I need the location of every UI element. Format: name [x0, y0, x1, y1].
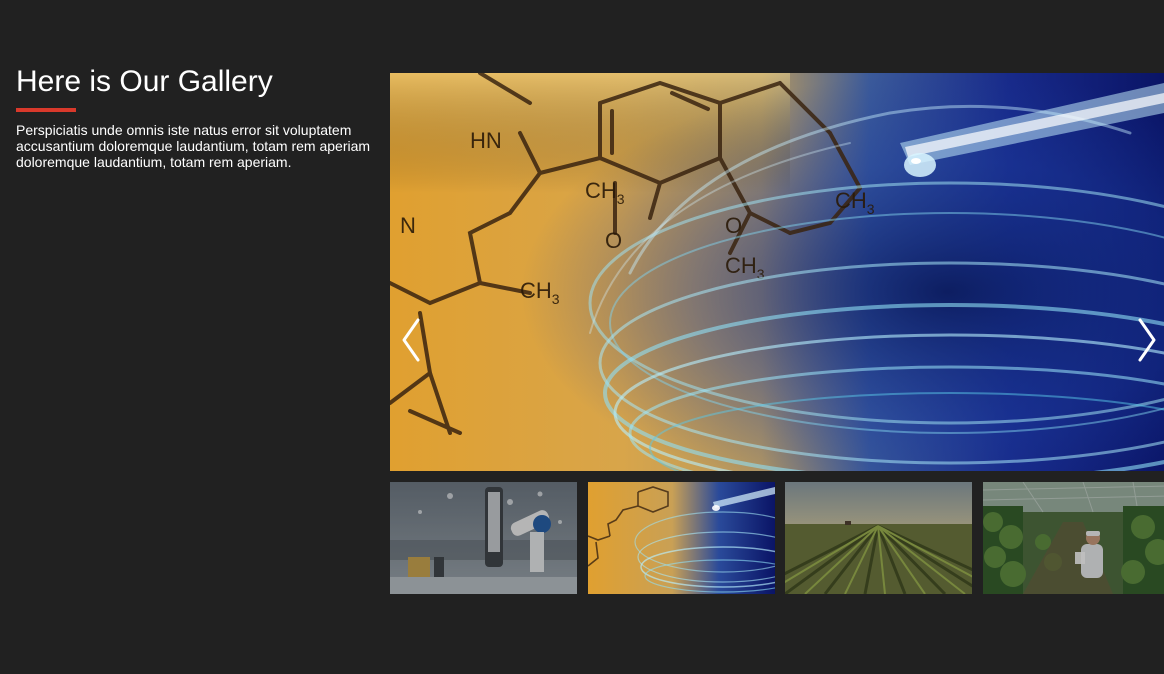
thumbnail-overlay: [588, 482, 775, 594]
previous-button[interactable]: [394, 316, 428, 364]
chemistry-petri-dish-image: CH3 CH3 CH3 CH3 O O N HN: [390, 73, 1164, 471]
gallery-title: Here is Our Gallery: [16, 65, 273, 98]
thumbnail-chemistry[interactable]: [588, 482, 775, 594]
chevron-left-icon: [402, 318, 420, 362]
thumbnail-overlay: [785, 482, 972, 594]
title-underline: [16, 108, 76, 112]
gallery-main-image: CH3 CH3 CH3 CH3 O O N HN: [390, 73, 1164, 471]
thumbnail-robot-lab[interactable]: [390, 482, 577, 594]
molecule-label: O: [725, 213, 742, 238]
chevron-right-icon: [1138, 318, 1156, 362]
molecule-label: HN: [470, 128, 502, 153]
thumbnail-overlay: [390, 482, 577, 594]
thumbnail-crop-field[interactable]: [785, 482, 972, 594]
next-button[interactable]: [1130, 316, 1164, 364]
thumbnail-greenhouse[interactable]: [983, 482, 1164, 594]
molecule-label: N: [400, 213, 416, 238]
thumbnail-overlay: [983, 482, 1164, 594]
molecule-label: O: [605, 228, 622, 253]
gallery-intro: Here is Our Gallery Perspiciatis unde om…: [16, 64, 384, 170]
thumbnail-strip: [390, 482, 1164, 594]
gallery-description: Perspiciatis unde omnis iste natus error…: [16, 122, 371, 170]
